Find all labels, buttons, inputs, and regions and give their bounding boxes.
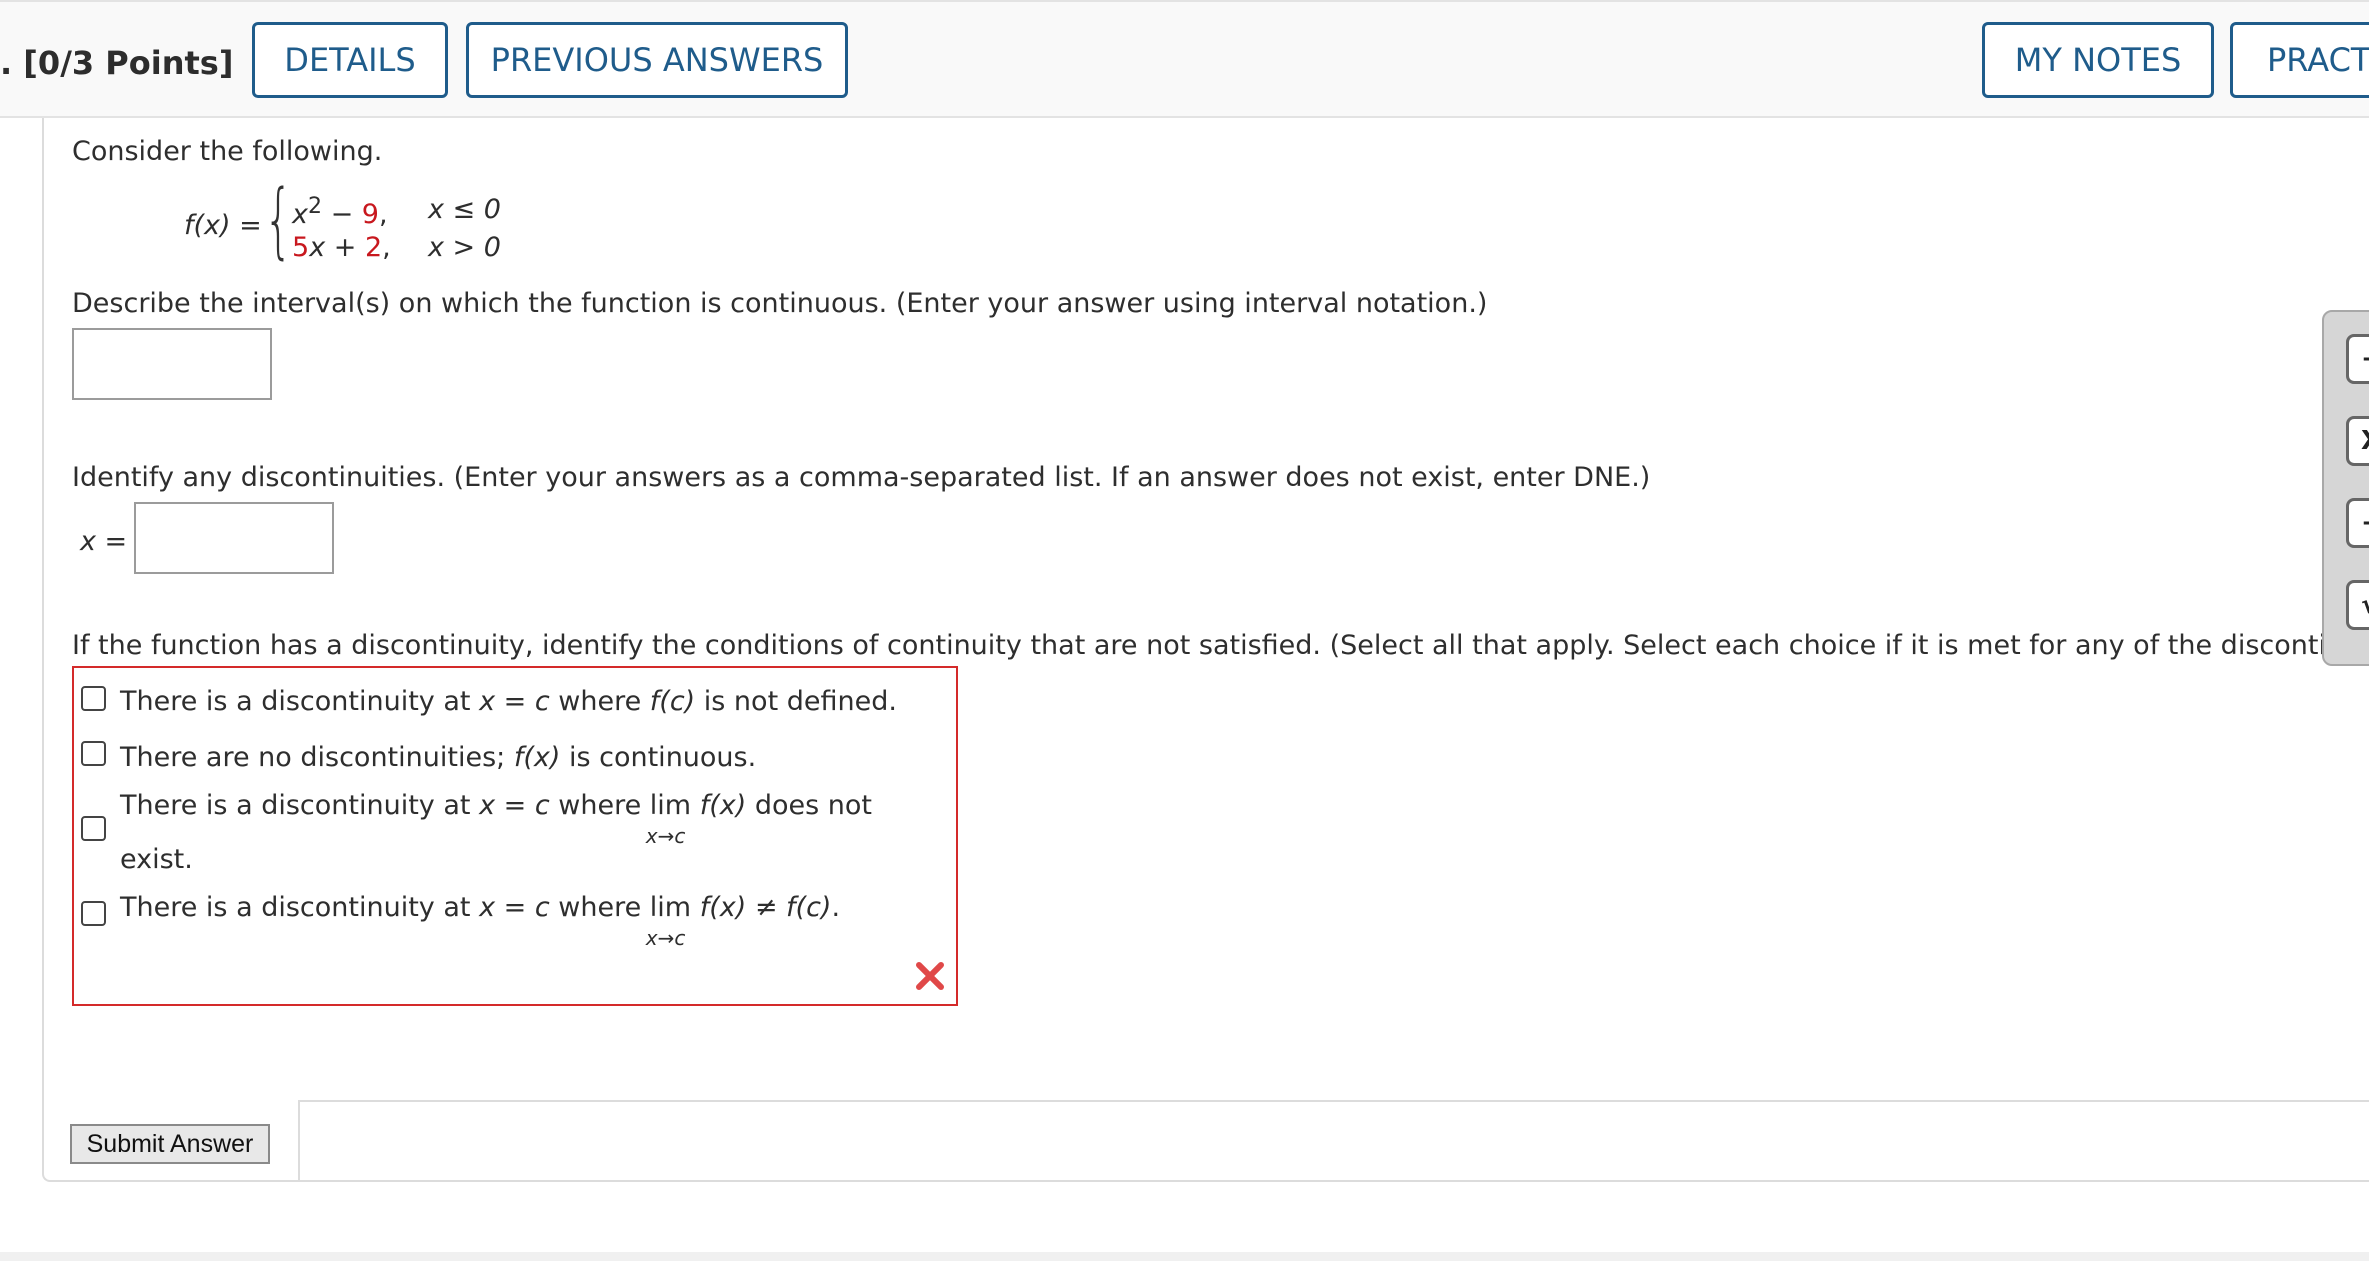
page-bottom-border [0, 1252, 2369, 1261]
intro-text: Consider the following. [72, 136, 383, 167]
function-lhs: f(x) = [184, 210, 262, 241]
toolbar-minus-button[interactable]: − [2346, 334, 2369, 384]
question-header: . [0/3 Points] DETAILS PREVIOUS ANSWERS … [0, 0, 2369, 118]
x-mark-icon [916, 962, 944, 990]
part2-prompt: Identify any discontinuities. (Enter you… [72, 462, 1651, 493]
math-toolbar: − X ÷ √ [2322, 310, 2369, 666]
part1-prompt: Describe the interval(s) on which the fu… [72, 288, 1488, 319]
points-label: . [0/3 Points] [0, 44, 234, 82]
function-case-1: x2 − 9, [292, 194, 388, 230]
option-1-label[interactable]: There is a discontinuity at x = c where … [120, 686, 897, 717]
function-case-1-condition: x ≤ 0 [428, 194, 501, 225]
my-notes-button[interactable]: MY NOTES [1982, 22, 2214, 98]
x-equals-label: x = [80, 526, 128, 557]
option-2-checkbox[interactable] [81, 741, 106, 766]
submit-area-divider [300, 1100, 2369, 1102]
option-1-checkbox[interactable] [81, 686, 106, 711]
part3-prompt: If the function has a discontinuity, ide… [72, 630, 2322, 661]
toolbar-x-button[interactable]: X [2346, 416, 2369, 466]
option-3-label-continued: exist. [120, 844, 193, 875]
option-4-checkbox[interactable] [81, 901, 106, 926]
toolbar-fraction-button[interactable]: ÷ [2346, 498, 2369, 548]
previous-answers-button[interactable]: PREVIOUS ANSWERS [466, 22, 848, 98]
discontinuities-answer-input[interactable] [134, 502, 334, 574]
submit-area-divider-vertical [298, 1100, 300, 1182]
submit-answer-button[interactable]: Submit Answer [70, 1124, 270, 1164]
conditions-checkbox-group [72, 666, 958, 1006]
option-3-checkbox[interactable] [81, 816, 106, 841]
interval-answer-input[interactable] [72, 328, 272, 400]
details-button[interactable]: DETAILS [252, 22, 448, 98]
option-2-label[interactable]: There are no discontinuities; f(x) is co… [120, 742, 756, 773]
function-case-2-condition: x > 0 [428, 232, 501, 263]
toolbar-sqrt-button[interactable]: √ [2346, 580, 2369, 630]
function-case-2: 5x + 2, [292, 232, 391, 263]
option-3-label[interactable]: There is a discontinuity at x = c where … [120, 790, 872, 848]
option-4-label[interactable]: There is a discontinuity at x = c where … [120, 892, 840, 950]
practice-button[interactable]: PRACT [2230, 22, 2369, 98]
piecewise-brace: { [264, 173, 293, 268]
